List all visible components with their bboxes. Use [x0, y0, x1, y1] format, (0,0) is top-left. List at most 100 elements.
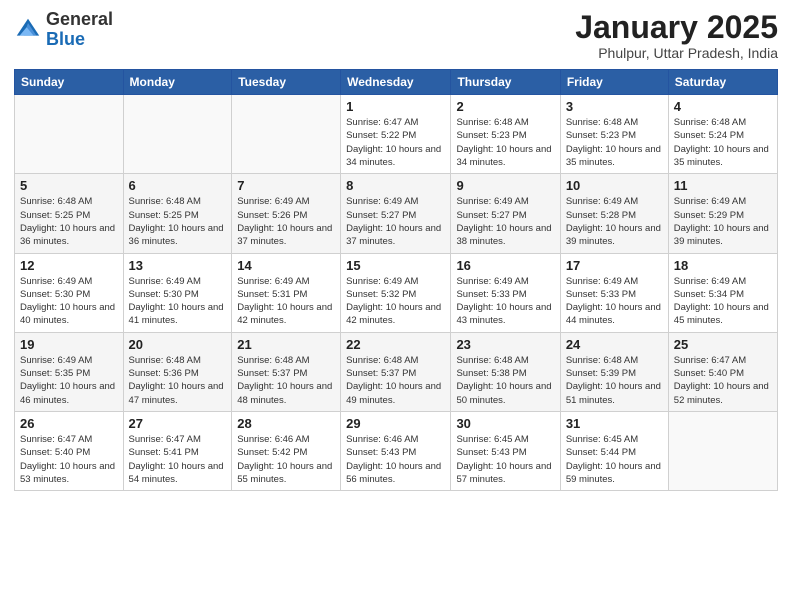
table-row: 2 Sunrise: 6:48 AMSunset: 5:23 PMDaylight… [451, 95, 560, 174]
day-info: Sunrise: 6:48 AMSunset: 5:23 PMDaylight:… [456, 116, 554, 169]
day-number: 29 [346, 416, 445, 431]
day-number: 6 [129, 178, 227, 193]
day-number: 31 [566, 416, 663, 431]
day-info: Sunrise: 6:45 AMSunset: 5:44 PMDaylight:… [566, 433, 663, 486]
day-number: 12 [20, 258, 118, 273]
day-number: 21 [237, 337, 335, 352]
day-number: 22 [346, 337, 445, 352]
table-row: 30 Sunrise: 6:45 AMSunset: 5:43 PMDayligh… [451, 411, 560, 490]
day-info: Sunrise: 6:47 AMSunset: 5:41 PMDaylight:… [129, 433, 227, 486]
day-number: 20 [129, 337, 227, 352]
logo: General Blue [14, 10, 113, 50]
day-number: 1 [346, 99, 445, 114]
table-row: 28Sunrise: 6:46 AMSunset: 5:42 PMDayligh… [232, 411, 341, 490]
day-number: 18 [674, 258, 772, 273]
table-row [232, 95, 341, 174]
day-number: 3 [566, 99, 663, 114]
day-info: Sunrise: 6:49 AMSunset: 5:30 PMDaylight:… [20, 275, 118, 328]
day-number: 30 [456, 416, 554, 431]
header-tuesday: Tuesday [232, 70, 341, 95]
header-friday: Friday [560, 70, 668, 95]
day-info: Sunrise: 6:48 AMSunset: 5:39 PMDaylight:… [566, 354, 663, 407]
table-row: 22 Sunrise: 6:48 AMSunset: 5:37 PMDayligh… [341, 332, 451, 411]
table-row: 16 Sunrise: 6:49 AMSunset: 5:33 PMDayligh… [451, 253, 560, 332]
table-row: 14 Sunrise: 6:49 AMSunset: 5:31 PMDayligh… [232, 253, 341, 332]
calendar-header-row: Sunday Monday Tuesday Wednesday Thursday… [15, 70, 778, 95]
day-number: 4 [674, 99, 772, 114]
day-info: Sunrise: 6:48 AMSunset: 5:38 PMDaylight:… [456, 354, 554, 407]
logo-text: General Blue [46, 10, 113, 50]
table-row: 6 Sunrise: 6:48 AMSunset: 5:25 PMDaylight… [123, 174, 232, 253]
day-info: Sunrise: 6:48 AMSunset: 5:25 PMDaylight:… [129, 195, 227, 248]
day-number: 7 [237, 178, 335, 193]
table-row: 27 Sunrise: 6:47 AMSunset: 5:41 PMDayligh… [123, 411, 232, 490]
day-info: Sunrise: 6:46 AMSunset: 5:43 PMDaylight:… [346, 433, 445, 486]
table-row: 23 Sunrise: 6:48 AMSunset: 5:38 PMDayligh… [451, 332, 560, 411]
calendar-week-row: 5Sunrise: 6:48 AMSunset: 5:25 PMDaylight… [15, 174, 778, 253]
table-row: 15 Sunrise: 6:49 AMSunset: 5:32 PMDayligh… [341, 253, 451, 332]
day-number: 2 [456, 99, 554, 114]
table-row: 31 Sunrise: 6:45 AMSunset: 5:44 PMDayligh… [560, 411, 668, 490]
table-row: 1 Sunrise: 6:47 AMSunset: 5:22 PMDaylight… [341, 95, 451, 174]
table-row: 13Sunrise: 6:49 AMSunset: 5:30 PMDayligh… [123, 253, 232, 332]
table-row: 24 Sunrise: 6:48 AMSunset: 5:39 PMDayligh… [560, 332, 668, 411]
table-row: 8 Sunrise: 6:49 AMSunset: 5:27 PMDaylight… [341, 174, 451, 253]
day-info: Sunrise: 6:47 AMSunset: 5:40 PMDaylight:… [20, 433, 118, 486]
day-info: Sunrise: 6:49 AMSunset: 5:35 PMDaylight:… [20, 354, 118, 407]
header-wednesday: Wednesday [341, 70, 451, 95]
day-number: 17 [566, 258, 663, 273]
day-info: Sunrise: 6:49 AMSunset: 5:34 PMDaylight:… [674, 275, 772, 328]
day-number: 27 [129, 416, 227, 431]
table-row [668, 411, 777, 490]
day-number: 8 [346, 178, 445, 193]
day-info: Sunrise: 6:48 AMSunset: 5:37 PMDaylight:… [346, 354, 445, 407]
day-info: Sunrise: 6:48 AMSunset: 5:37 PMDaylight:… [237, 354, 335, 407]
logo-blue: Blue [46, 29, 85, 49]
day-number: 9 [456, 178, 554, 193]
table-row: 12 Sunrise: 6:49 AMSunset: 5:30 PMDayligh… [15, 253, 124, 332]
day-info: Sunrise: 6:49 AMSunset: 5:31 PMDaylight:… [237, 275, 335, 328]
day-info: Sunrise: 6:49 AMSunset: 5:32 PMDaylight:… [346, 275, 445, 328]
day-info: Sunrise: 6:46 AMSunset: 5:42 PMDaylight:… [237, 433, 335, 486]
day-number: 14 [237, 258, 335, 273]
day-info: Sunrise: 6:49 AMSunset: 5:27 PMDaylight:… [456, 195, 554, 248]
day-number: 10 [566, 178, 663, 193]
calendar-table: Sunday Monday Tuesday Wednesday Thursday… [14, 69, 778, 491]
day-info: Sunrise: 6:49 AMSunset: 5:27 PMDaylight:… [346, 195, 445, 248]
table-row: 20 Sunrise: 6:48 AMSunset: 5:36 PMDayligh… [123, 332, 232, 411]
table-row: 19Sunrise: 6:49 AMSunset: 5:35 PMDayligh… [15, 332, 124, 411]
table-row: 4Sunrise: 6:48 AMSunset: 5:24 PMDaylight… [668, 95, 777, 174]
day-number: 15 [346, 258, 445, 273]
page: General Blue January 2025 Phulpur, Uttar… [0, 0, 792, 612]
day-info: Sunrise: 6:48 AMSunset: 5:36 PMDaylight:… [129, 354, 227, 407]
day-number: 16 [456, 258, 554, 273]
day-info: Sunrise: 6:48 AMSunset: 5:25 PMDaylight:… [20, 195, 118, 248]
table-row: 29 Sunrise: 6:46 AMSunset: 5:43 PMDayligh… [341, 411, 451, 490]
day-number: 11 [674, 178, 772, 193]
table-row: 7 Sunrise: 6:49 AMSunset: 5:26 PMDaylight… [232, 174, 341, 253]
day-info: Sunrise: 6:49 AMSunset: 5:33 PMDaylight:… [566, 275, 663, 328]
calendar-week-row: 19Sunrise: 6:49 AMSunset: 5:35 PMDayligh… [15, 332, 778, 411]
header-monday: Monday [123, 70, 232, 95]
header-sunday: Sunday [15, 70, 124, 95]
day-info: Sunrise: 6:49 AMSunset: 5:33 PMDaylight:… [456, 275, 554, 328]
day-number: 23 [456, 337, 554, 352]
day-info: Sunrise: 6:49 AMSunset: 5:30 PMDaylight:… [129, 275, 227, 328]
day-number: 24 [566, 337, 663, 352]
calendar-week-row: 12 Sunrise: 6:49 AMSunset: 5:30 PMDayligh… [15, 253, 778, 332]
day-info: Sunrise: 6:47 AMSunset: 5:22 PMDaylight:… [346, 116, 445, 169]
table-row: 21 Sunrise: 6:48 AMSunset: 5:37 PMDayligh… [232, 332, 341, 411]
calendar-week-row: 26Sunrise: 6:47 AMSunset: 5:40 PMDayligh… [15, 411, 778, 490]
calendar-title: January 2025 [575, 10, 778, 45]
day-info: Sunrise: 6:49 AMSunset: 5:26 PMDaylight:… [237, 195, 335, 248]
header-saturday: Saturday [668, 70, 777, 95]
table-row [123, 95, 232, 174]
table-row: 26Sunrise: 6:47 AMSunset: 5:40 PMDayligh… [15, 411, 124, 490]
header-thursday: Thursday [451, 70, 560, 95]
day-info: Sunrise: 6:45 AMSunset: 5:43 PMDaylight:… [456, 433, 554, 486]
table-row: 17 Sunrise: 6:49 AMSunset: 5:33 PMDayligh… [560, 253, 668, 332]
day-info: Sunrise: 6:49 AMSunset: 5:29 PMDaylight:… [674, 195, 772, 248]
day-info: Sunrise: 6:47 AMSunset: 5:40 PMDaylight:… [674, 354, 772, 407]
table-row: 9 Sunrise: 6:49 AMSunset: 5:27 PMDaylight… [451, 174, 560, 253]
table-row: 25Sunrise: 6:47 AMSunset: 5:40 PMDayligh… [668, 332, 777, 411]
